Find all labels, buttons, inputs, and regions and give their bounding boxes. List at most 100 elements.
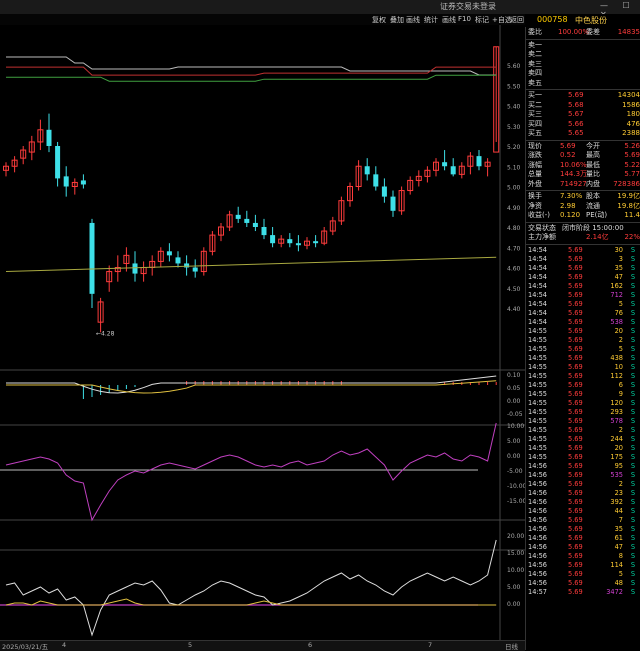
stat-row: 总量 144.3万 量比 5.77 [526, 170, 640, 180]
tick-cell: S [630, 407, 635, 416]
candle-down [476, 156, 482, 167]
quote-panel: 委比 100.00% 委差 14835 卖一 卖二 卖三 卖四 卖五 买一 5.69 14304 买二 5… [525, 27, 640, 650]
tick-cell: 5.69 [568, 263, 583, 272]
tick-cell: 14:54 [528, 254, 548, 263]
price-tick: 5.40 [507, 104, 521, 111]
tick-cell: S [630, 416, 635, 425]
tick-cell: 14:56 [528, 533, 548, 542]
tick-cell: 14:54 [528, 290, 548, 299]
toolbar-btn-5[interactable]: F10 [458, 15, 471, 23]
cell: 最低 [586, 160, 600, 169]
tick-cell: 14:56 [528, 569, 548, 578]
price-tick: 4.80 [507, 225, 521, 232]
tick-cell: 14:56 [528, 506, 548, 515]
toolbar-btn-1[interactable]: 叠加 [390, 15, 404, 25]
tick-cell: S [630, 506, 635, 515]
tick-cell: 14:55 [528, 434, 548, 443]
tick-cell: 14:55 [528, 344, 548, 353]
tick-cell: 5.69 [568, 326, 583, 335]
tick-cell: 5.69 [568, 542, 583, 551]
tick-cell: 14:55 [528, 335, 548, 344]
tick-cell: 5.69 [568, 470, 583, 479]
bottom-date-bar: 2025/03/21/五 4 5 6 7 日线 [0, 640, 525, 651]
candle-down [80, 180, 86, 185]
ma-line-white [6, 56, 497, 76]
tick-cell: S [630, 578, 635, 587]
tick-cell: S [630, 317, 635, 326]
rsi-tick: 0.00 [507, 453, 521, 460]
tick-cell: 5.69 [568, 335, 583, 344]
tick-cell: 14:55 [528, 371, 548, 380]
candle-down [295, 243, 301, 246]
ask-row: 卖五 [526, 79, 640, 89]
cell: 100.00% [558, 28, 590, 36]
toolbar-btn-6[interactable]: 标记 [475, 15, 489, 25]
candle-down [373, 174, 379, 187]
cell: 股本 [586, 192, 600, 200]
tick-cell: 5.69 [568, 317, 583, 326]
toolbar-btn-4[interactable]: 画线 [442, 15, 456, 25]
tick-cell: 5.69 [568, 560, 583, 569]
tick-cell: 14:56 [528, 488, 548, 497]
candle-down [261, 227, 267, 236]
toolbar-btn-2[interactable]: 画线 [406, 15, 420, 25]
login-status[interactable]: 证券交易未登录 [440, 1, 496, 12]
tick-cell: 5.69 [568, 452, 583, 461]
tick-cell: S [630, 281, 635, 290]
tick-cell: S [630, 380, 635, 389]
cell: 量比 [586, 170, 600, 178]
tick-row: 14:56 5.69 114 S [526, 561, 640, 570]
rsi-tick: 5.00 [507, 438, 521, 445]
cell: 22% [624, 233, 640, 241]
rsi-tick: 10.00 [507, 423, 524, 430]
tick-row: 14:56 5.69 7 S [526, 516, 640, 525]
tick-row: 14:56 5.69 48 S [526, 579, 640, 588]
tick-row: 14:54 5.69 162 S [526, 282, 640, 291]
tick-row: 14:56 5.69 535 S [526, 471, 640, 480]
candle-down [287, 239, 293, 244]
ma-line-olive [5, 256, 497, 273]
kline-chart[interactable]: 5.60 5.50 5.40 5.30 5.20 5.10 5.00 4.90 4.80 4.70… [0, 25, 525, 640]
date-label: 4 [62, 641, 67, 649]
cell: 卖五 [528, 78, 542, 87]
tick-cell: 14:56 [528, 560, 548, 569]
tick-cell: S [630, 587, 635, 596]
macd-tick: -0.05 [507, 411, 523, 418]
tick-cell: 5.69 [568, 254, 583, 263]
toolbar-btn-3[interactable]: 统计 [424, 15, 438, 25]
toolbar-btn-7[interactable]: +自选 [492, 15, 512, 25]
macd-dif [6, 375, 497, 394]
tick-cell: 5.69 [568, 497, 583, 506]
tick-cell: 5.69 [568, 389, 583, 398]
cell: 1586 [622, 100, 640, 109]
vol-tick: 5.00 [507, 584, 521, 591]
toolbar-btn-8[interactable]: 返回 [510, 15, 524, 25]
tick-cell: 76 [614, 308, 623, 317]
tick-cell: 5.69 [568, 578, 583, 587]
price-tick: 4.70 [507, 245, 521, 252]
tick-cell: S [630, 308, 635, 317]
tick-cell: 44 [614, 506, 623, 515]
cell: 714927 [560, 179, 587, 188]
tick-cell: S [630, 479, 635, 488]
stock-header: 000758 中色股份 [525, 14, 640, 27]
divider [526, 243, 640, 245]
tick-cell: S [630, 551, 635, 560]
tick-cell: S [630, 470, 635, 479]
tick-row: 14:56 5.69 95 S [526, 462, 640, 471]
cell: 5.66 [568, 119, 584, 128]
cell: 5.26 [624, 141, 640, 150]
cell: 5.69 [560, 141, 576, 150]
tick-cell: 5.69 [568, 587, 583, 596]
toolbar-btn-0[interactable]: 复权 [372, 15, 386, 25]
tick-cell: 5.69 [568, 308, 583, 317]
tick-cell: 5.69 [568, 398, 583, 407]
rsi-tick: -5.00 [507, 468, 523, 475]
tick-cell: S [630, 254, 635, 263]
tick-cell: 112 [610, 371, 623, 380]
tick-cell: 9 [618, 389, 623, 398]
candle-down [192, 267, 198, 272]
tick-cell: 14:55 [528, 416, 548, 425]
ask-row: 卖一 [526, 41, 640, 51]
price-tick: 5.20 [507, 144, 521, 151]
